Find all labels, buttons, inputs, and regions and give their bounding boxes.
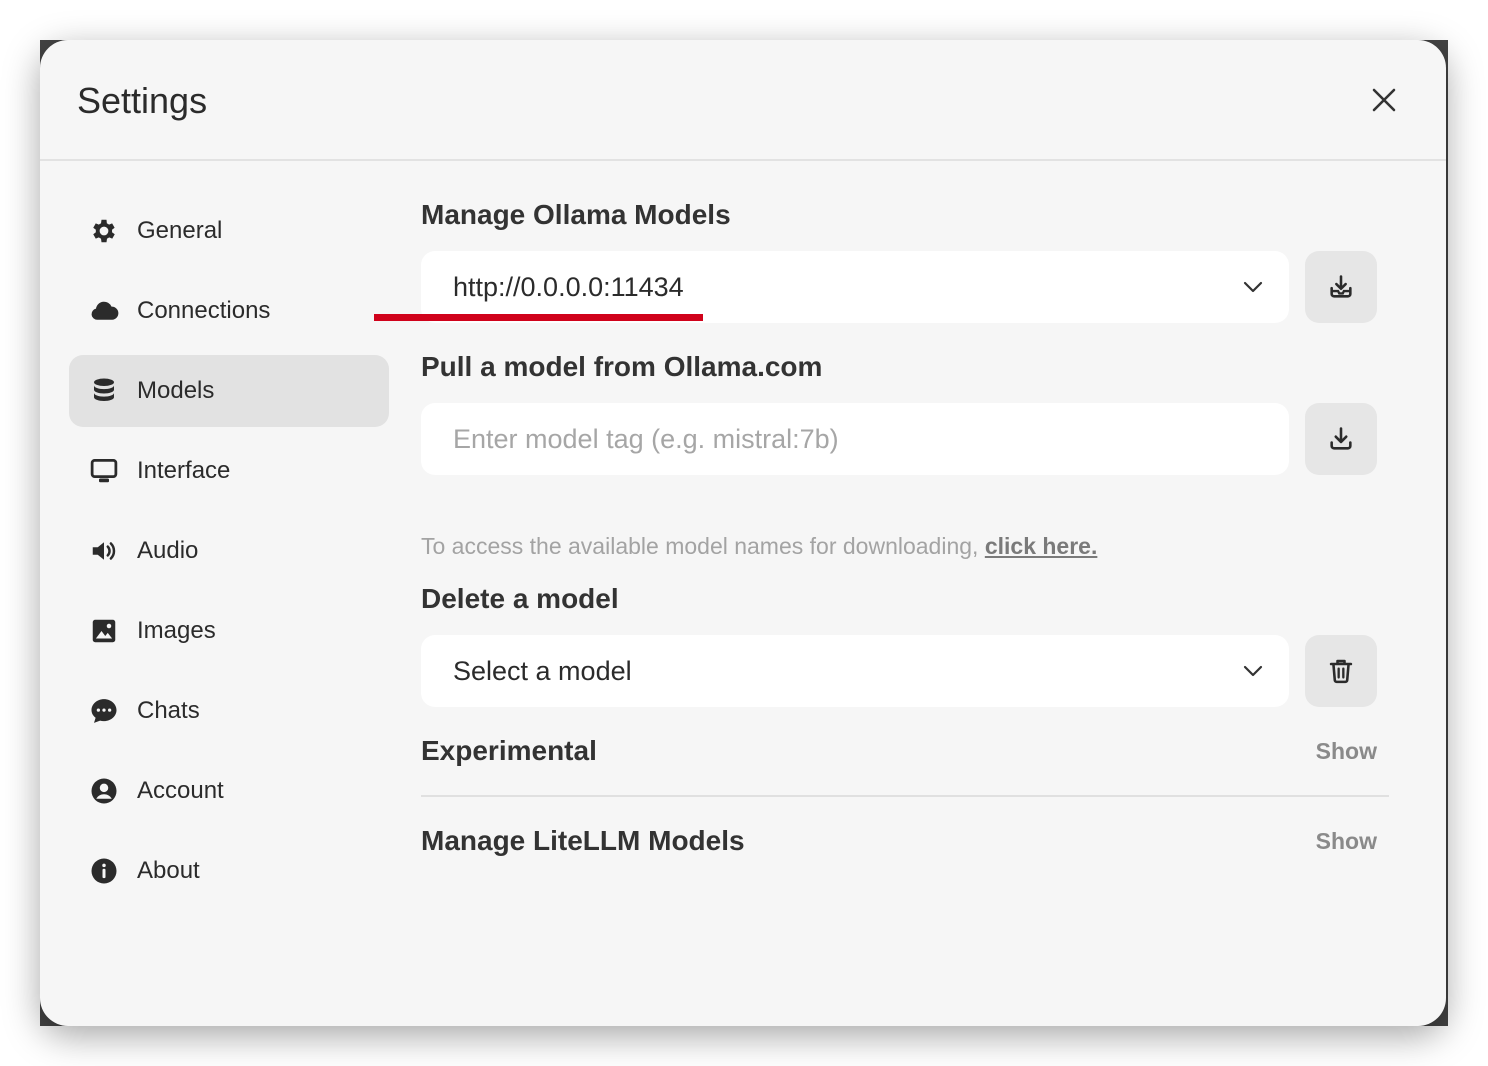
info-icon	[89, 856, 119, 886]
update-models-button[interactable]	[1305, 251, 1377, 323]
sidebar-item-label: Audio	[137, 537, 199, 564]
click-here-link[interactable]: click here.	[985, 533, 1098, 559]
sidebar-item-connections[interactable]: Connections	[69, 275, 389, 347]
litellm-title: Manage LiteLLM Models	[421, 825, 745, 856]
sidebar-item-label: Models	[137, 377, 215, 404]
pull-model-button[interactable]	[1305, 403, 1377, 475]
divider	[421, 795, 1389, 797]
model-tag-field[interactable]	[421, 403, 1289, 475]
user-circle-icon	[89, 776, 119, 806]
download-tray-icon	[1330, 275, 1352, 298]
litellm-show-toggle[interactable]: Show	[1316, 828, 1377, 855]
hint-text: To access the available model names for …	[421, 533, 985, 559]
sidebar-item-about[interactable]: About	[69, 835, 389, 907]
gear-icon	[89, 216, 119, 246]
close-icon	[1372, 88, 1396, 112]
url-highlight-underline	[374, 314, 703, 321]
chevron-down-icon	[1243, 281, 1263, 293]
delete-model-value: Select a model	[453, 655, 632, 686]
speaker-icon	[89, 536, 119, 566]
sidebar-item-interface[interactable]: Interface	[69, 435, 389, 507]
pull-model-title: Pull a model from Ollama.com	[421, 351, 823, 382]
close-button[interactable]	[1366, 82, 1402, 118]
sidebar-item-label: General	[137, 217, 223, 244]
sidebar-item-label: Interface	[137, 457, 231, 484]
model-names-hint: To access the available model names for …	[421, 533, 1097, 560]
delete-model-select[interactable]: Select a model	[421, 635, 1289, 707]
model-tag-input[interactable]	[453, 423, 1233, 455]
modal-header: Settings	[40, 40, 1446, 161]
sidebar-item-chats[interactable]: Chats	[69, 675, 389, 747]
ollama-url-value: http://0.0.0.0:11434	[453, 271, 684, 302]
settings-modal: Settings General Connections Models Inte…	[40, 40, 1446, 1026]
experimental-show-toggle[interactable]: Show	[1316, 738, 1377, 765]
sidebar-item-images[interactable]: Images	[69, 595, 389, 667]
sidebar-item-account[interactable]: Account	[69, 755, 389, 827]
experimental-title: Experimental	[421, 735, 597, 766]
chat-bubble-icon	[89, 696, 119, 726]
manage-ollama-title: Manage Ollama Models	[421, 199, 731, 230]
ollama-url-select[interactable]: http://0.0.0.0:11434	[421, 251, 1289, 323]
sidebar-item-label: Images	[137, 617, 216, 644]
chevron-down-icon	[1243, 665, 1263, 677]
cloud-icon	[89, 296, 119, 326]
delete-model-button[interactable]	[1305, 635, 1377, 707]
sidebar-item-general[interactable]: General	[69, 195, 389, 267]
sidebar-item-label: Connections	[137, 297, 271, 324]
trash-icon	[1329, 659, 1353, 684]
download-icon	[1330, 427, 1352, 450]
delete-model-title: Delete a model	[421, 583, 619, 614]
sidebar-item-label: Account	[137, 777, 224, 804]
monitor-icon	[89, 456, 119, 486]
modal-title: Settings	[77, 80, 208, 121]
image-icon	[89, 616, 119, 646]
settings-sidebar: General Connections Models Interface Aud…	[69, 195, 389, 915]
database-icon	[89, 376, 119, 406]
sidebar-item-label: Chats	[137, 697, 200, 724]
sidebar-item-label: About	[137, 857, 200, 884]
sidebar-item-models[interactable]: Models	[69, 355, 389, 427]
sidebar-item-audio[interactable]: Audio	[69, 515, 389, 587]
